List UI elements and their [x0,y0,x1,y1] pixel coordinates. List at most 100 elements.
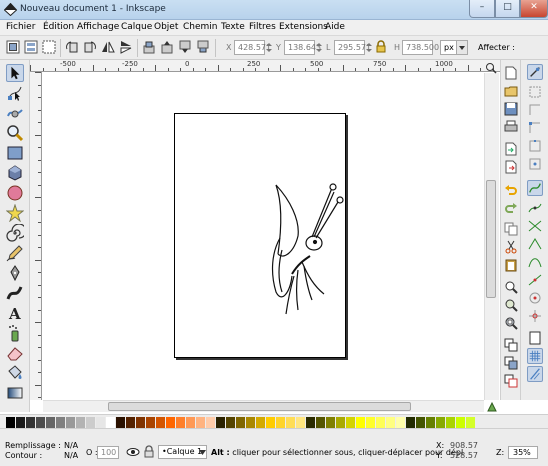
deselect-icon[interactable] [42,40,56,54]
vertical-scroll-thumb[interactable] [486,180,496,298]
palette-swatch[interactable] [156,417,165,428]
palette-swatch[interactable] [56,417,65,428]
node-tool-icon[interactable] [6,84,24,102]
calligraphy-tool-icon[interactable] [6,284,24,302]
rotate-cw-icon[interactable] [83,40,97,54]
palette-swatch[interactable] [216,417,225,428]
star-tool-icon[interactable] [6,204,24,222]
eye-icon[interactable] [126,445,140,459]
palette-swatch[interactable] [126,417,135,428]
raise-icon[interactable] [160,40,174,54]
zoom-corner-icon[interactable] [485,62,497,74]
snap-bbox-midpoint-icon[interactable] [527,138,543,154]
menu-texte[interactable]: Texte [221,22,245,32]
tweak-tool-icon[interactable] [6,104,24,122]
select-all-layers-icon[interactable] [24,40,38,54]
width-input[interactable]: 295.571 [334,40,371,55]
undo-icon[interactable] [504,182,518,196]
redo-icon[interactable] [504,200,518,214]
menu-extensions[interactable]: Extensions [279,22,328,32]
lower-icon[interactable] [178,40,192,54]
menu-edition[interactable]: Édition [43,22,74,32]
height-input[interactable]: 738.500 [402,40,439,55]
palette-swatch[interactable] [426,417,435,428]
palette-swatch[interactable] [236,417,245,428]
pen-tool-icon[interactable] [6,264,24,282]
palette-swatch[interactable] [296,417,305,428]
palette-swatch[interactable] [266,417,275,428]
y-spinner[interactable] [316,40,322,55]
snap-midpoints-icon[interactable] [527,272,543,288]
cut-icon[interactable] [504,240,518,254]
y-input[interactable]: 138.643 [284,40,321,55]
horizontal-scroll-thumb[interactable] [108,402,411,411]
print-icon[interactable] [504,120,518,134]
zoom-tool-icon[interactable] [6,124,24,142]
snap-bbox-center-icon[interactable] [527,156,543,172]
zoom-drawing-icon[interactable] [504,298,518,312]
snap-intersections-icon[interactable] [527,218,543,234]
ellipse-tool-icon[interactable] [6,184,24,202]
snap-paths-icon[interactable] [527,200,543,216]
palette-swatch[interactable] [106,417,115,428]
x-spinner[interactable] [266,40,272,55]
palette-swatch[interactable] [206,417,215,428]
menu-fichier[interactable]: Fichier [6,22,35,32]
palette-swatch[interactable] [6,417,15,428]
snap-bbox-edge-icon[interactable] [527,102,543,118]
eraser-tool-icon[interactable] [6,344,24,362]
palette-swatch[interactable] [396,417,405,428]
text-tool-icon[interactable]: A [6,304,24,322]
gradient-tool-icon[interactable] [6,384,24,402]
butterfly-drawing[interactable] [268,180,348,320]
snap-toggle-icon[interactable] [527,64,543,80]
palette-swatch[interactable] [456,417,465,428]
snap-grid-icon[interactable] [527,348,543,364]
palette-swatch[interactable] [196,417,205,428]
palette-swatch[interactable] [36,417,45,428]
zoom-input[interactable]: 35% [508,446,538,459]
color-manage-icon[interactable] [486,402,498,412]
opacity-input[interactable]: 100 [97,446,119,459]
palette-swatch[interactable] [406,417,415,428]
copy-icon[interactable] [504,222,518,236]
palette-swatch[interactable] [386,417,395,428]
palette-swatch[interactable] [146,417,155,428]
snap-cusp-nodes-icon[interactable] [527,236,543,252]
paste-icon[interactable] [504,258,518,272]
rectangle-tool-icon[interactable] [6,144,24,162]
open-icon[interactable] [504,84,518,98]
menu-affichage[interactable]: Affichage [77,22,119,32]
rotate-ccw-icon[interactable] [65,40,79,54]
palette-swatch[interactable] [356,417,365,428]
snap-rotation-center-icon[interactable] [527,308,543,324]
minimize-button[interactable]: – [469,0,495,18]
zoom-selection-icon[interactable] [504,280,518,294]
select-all-icon[interactable] [6,40,20,54]
palette-swatch[interactable] [286,417,295,428]
box3d-tool-icon[interactable] [6,164,24,182]
palette-swatch[interactable] [276,417,285,428]
palette-swatch[interactable] [16,417,25,428]
snap-guides-icon[interactable] [527,366,543,382]
flip-horizontal-icon[interactable] [101,40,115,54]
duplicate-icon[interactable] [504,338,518,352]
palette-swatch[interactable] [316,417,325,428]
palette-swatch[interactable] [336,417,345,428]
snap-nodes-icon[interactable] [527,180,543,196]
palette-swatch[interactable] [96,417,105,428]
palette-swatch[interactable] [116,417,125,428]
palette-swatch[interactable] [66,417,75,428]
lower-to-bottom-icon[interactable] [196,40,210,54]
clone-icon[interactable] [504,356,518,370]
width-spinner[interactable] [366,40,372,55]
vertical-ruler[interactable] [30,72,42,400]
unit-select[interactable]: px [440,40,468,55]
menu-filtres[interactable]: Filtres [249,22,276,32]
zoom-page-icon[interactable] [504,316,518,330]
palette-swatch[interactable] [366,417,375,428]
palette-swatch[interactable] [416,417,425,428]
maximize-button[interactable]: □ [495,0,520,18]
save-icon[interactable] [504,102,518,116]
export-icon[interactable] [504,160,518,174]
